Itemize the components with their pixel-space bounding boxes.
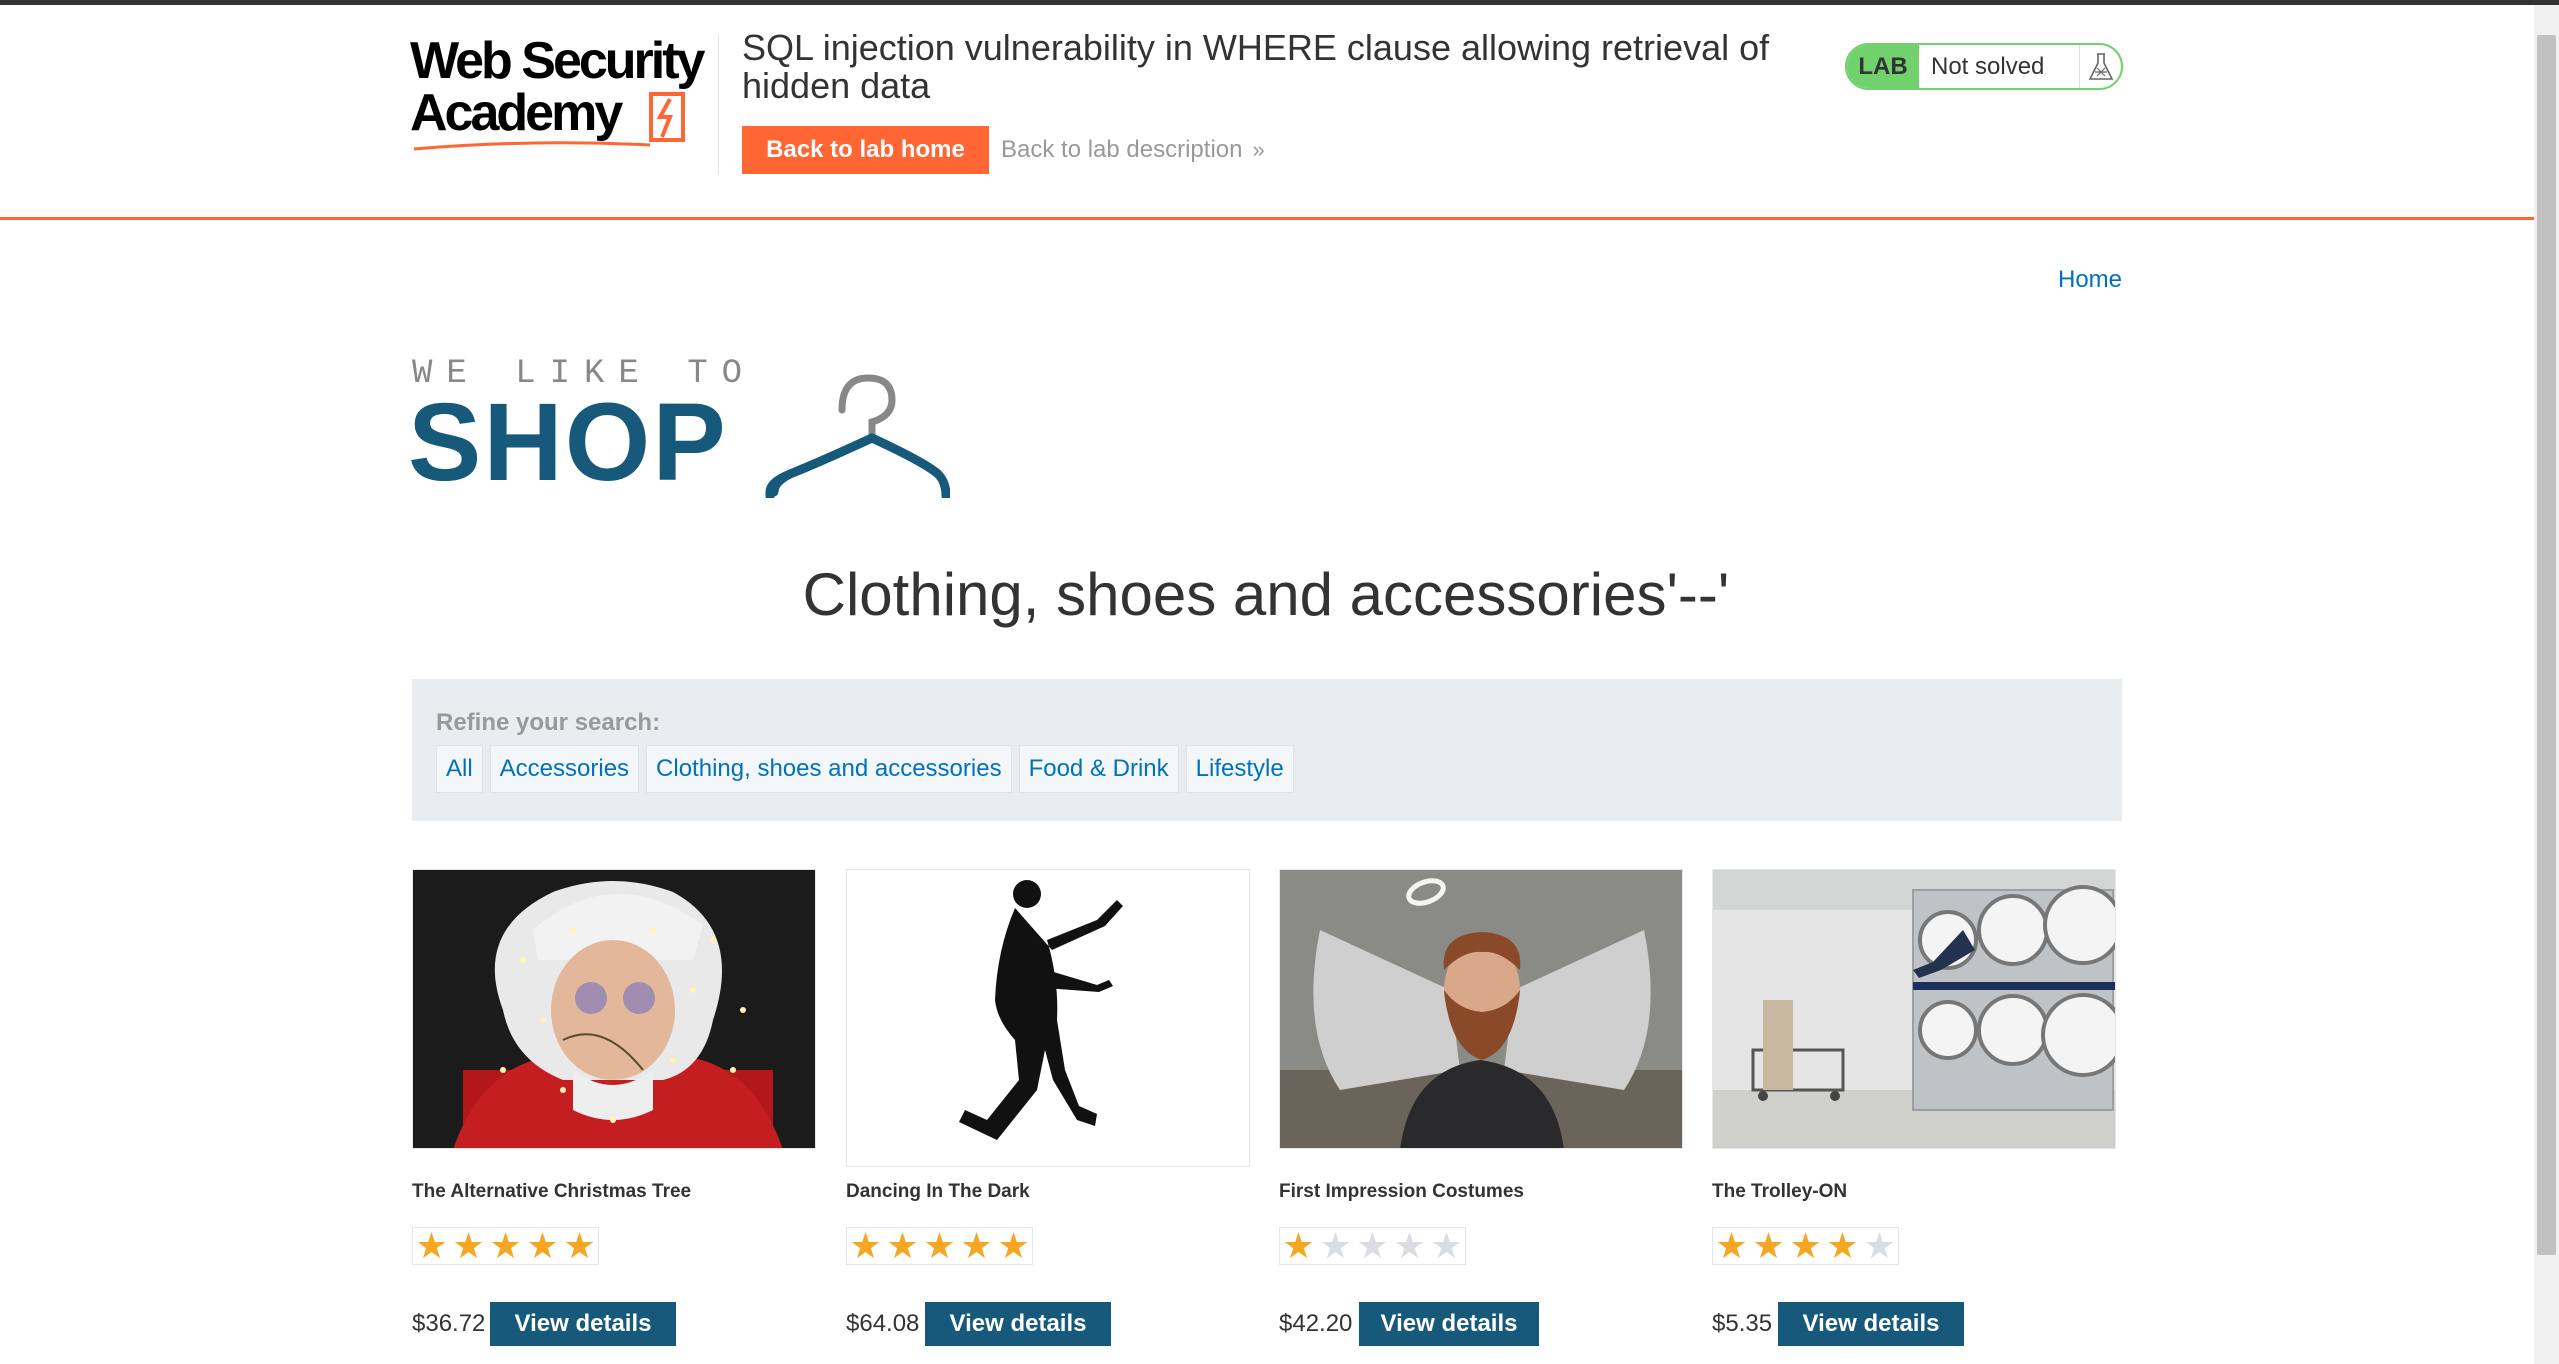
nav-home-link[interactable]: Home <box>2058 266 2122 294</box>
shop-logo[interactable]: WE LIKE TO SHOP <box>408 354 950 504</box>
star-filled-icon: ★ <box>452 1225 485 1266</box>
star-filled-icon: ★ <box>1282 1225 1315 1266</box>
product-card: The Alternative Christmas Tree ★ ★ ★ ★ ★ $36… <box>412 869 816 1364</box>
star-empty-icon: ★ <box>1319 1225 1352 1266</box>
product-card: The Trolley-ON ★ ★ ★ ★ ★ $5.35 View details <box>1712 869 2116 1364</box>
product-price: $42.20 <box>1279 1310 1353 1337</box>
product-card: Dancing In The Dark ★ ★ ★ ★ ★ $64.08 View de… <box>846 869 1250 1364</box>
star-filled-icon: ★ <box>997 1225 1030 1266</box>
logo-swoosh-icon <box>413 141 651 151</box>
lab-badge: LAB <box>1847 45 1919 88</box>
lab-title: SQL injection vulnerability in WHERE cla… <box>742 27 1770 106</box>
product-grid: The Alternative Christmas Tree ★ ★ ★ ★ ★ $36… <box>412 869 2122 1364</box>
filter-link-lifestyle[interactable]: Lifestyle <box>1185 745 1294 793</box>
flask-icon <box>2080 45 2121 88</box>
view-details-button[interactable]: View details <box>490 1302 676 1346</box>
vertical-scrollbar[interactable] <box>2534 5 2559 1364</box>
dancer-silhouette-image <box>846 869 1250 1167</box>
view-details-button[interactable]: View details <box>925 1302 1111 1346</box>
star-empty-icon: ★ <box>1393 1225 1426 1266</box>
logo-line2: Academy <box>410 84 623 142</box>
lab-status-widget: LAB Not solved <box>1845 43 2123 90</box>
filter-panel: Refine your search: All Accessories Clot… <box>412 679 2122 821</box>
scrollbar-thumb[interactable] <box>2537 35 2556 1255</box>
star-filled-icon: ★ <box>563 1225 596 1266</box>
product-card: First Impression Costumes ★ ★ ★ ★ ★ $42.20 V… <box>1279 869 1683 1364</box>
lab-header: Web Security Academy SQL injection vulne… <box>0 5 2534 220</box>
star-filled-icon: ★ <box>1826 1225 1859 1266</box>
back-to-lab-description-link[interactable]: Back to lab description » <box>1001 126 1265 174</box>
back-to-lab-home-button[interactable]: Back to lab home <box>742 126 989 174</box>
double-chevron-right-icon: » <box>1252 137 1265 162</box>
logo-bolt-icon <box>649 92 685 142</box>
lab-status-text: Not solved <box>1919 45 2080 88</box>
shop-name: SHOP <box>408 381 728 504</box>
product-price: $5.35 <box>1712 1310 1773 1337</box>
star-filled-icon: ★ <box>886 1225 919 1266</box>
hanger-icon <box>765 374 950 498</box>
filter-label: Refine your search: <box>436 709 661 736</box>
product-price: $64.08 <box>846 1310 920 1337</box>
filter-links: All Accessories Clothing, shoes and acce… <box>436 745 1294 793</box>
star-filled-icon: ★ <box>1715 1225 1748 1266</box>
star-empty-icon: ★ <box>1430 1225 1463 1266</box>
star-filled-icon: ★ <box>1789 1225 1822 1266</box>
laundromat-photo-image <box>1712 869 2116 1149</box>
web-security-academy-logo[interactable]: Web Security Academy <box>410 35 720 155</box>
header-divider <box>718 35 719 175</box>
star-filled-icon: ★ <box>526 1225 559 1266</box>
filter-link-all[interactable]: All <box>436 745 483 793</box>
angel-man-photo-image <box>1279 869 1683 1149</box>
rating-stars: ★ ★ ★ ★ ★ <box>412 1227 599 1265</box>
filter-link-clothing[interactable]: Clothing, shoes and accessories <box>646 745 1012 793</box>
page-heading: Clothing, shoes and accessories'--' <box>802 561 1730 628</box>
star-filled-icon: ★ <box>923 1225 956 1266</box>
rating-stars: ★ ★ ★ ★ ★ <box>1279 1227 1466 1265</box>
view-details-button[interactable]: View details <box>1359 1302 1539 1346</box>
star-filled-icon: ★ <box>849 1225 882 1266</box>
santa-photo-image <box>412 869 816 1149</box>
back-to-lab-description-label: Back to lab description <box>1001 136 1243 163</box>
product-name: Dancing In The Dark <box>846 1181 1030 1202</box>
product-price: $36.72 <box>412 1310 486 1337</box>
filter-link-food-drink[interactable]: Food & Drink <box>1018 745 1179 793</box>
product-name: First Impression Costumes <box>1279 1181 1524 1202</box>
logo-line1: Web Security <box>410 32 705 90</box>
rating-stars: ★ ★ ★ ★ ★ <box>846 1227 1033 1265</box>
star-empty-icon: ★ <box>1356 1225 1389 1266</box>
product-name: The Trolley-ON <box>1712 1181 1848 1202</box>
star-filled-icon: ★ <box>489 1225 522 1266</box>
star-empty-icon: ★ <box>1863 1225 1896 1266</box>
view-details-button[interactable]: View details <box>1778 1302 1964 1346</box>
rating-stars: ★ ★ ★ ★ ★ <box>1712 1227 1899 1265</box>
product-name: The Alternative Christmas Tree <box>412 1181 692 1202</box>
star-filled-icon: ★ <box>1752 1225 1785 1266</box>
star-filled-icon: ★ <box>415 1225 448 1266</box>
filter-link-accessories[interactable]: Accessories <box>489 745 640 793</box>
star-filled-icon: ★ <box>960 1225 993 1266</box>
